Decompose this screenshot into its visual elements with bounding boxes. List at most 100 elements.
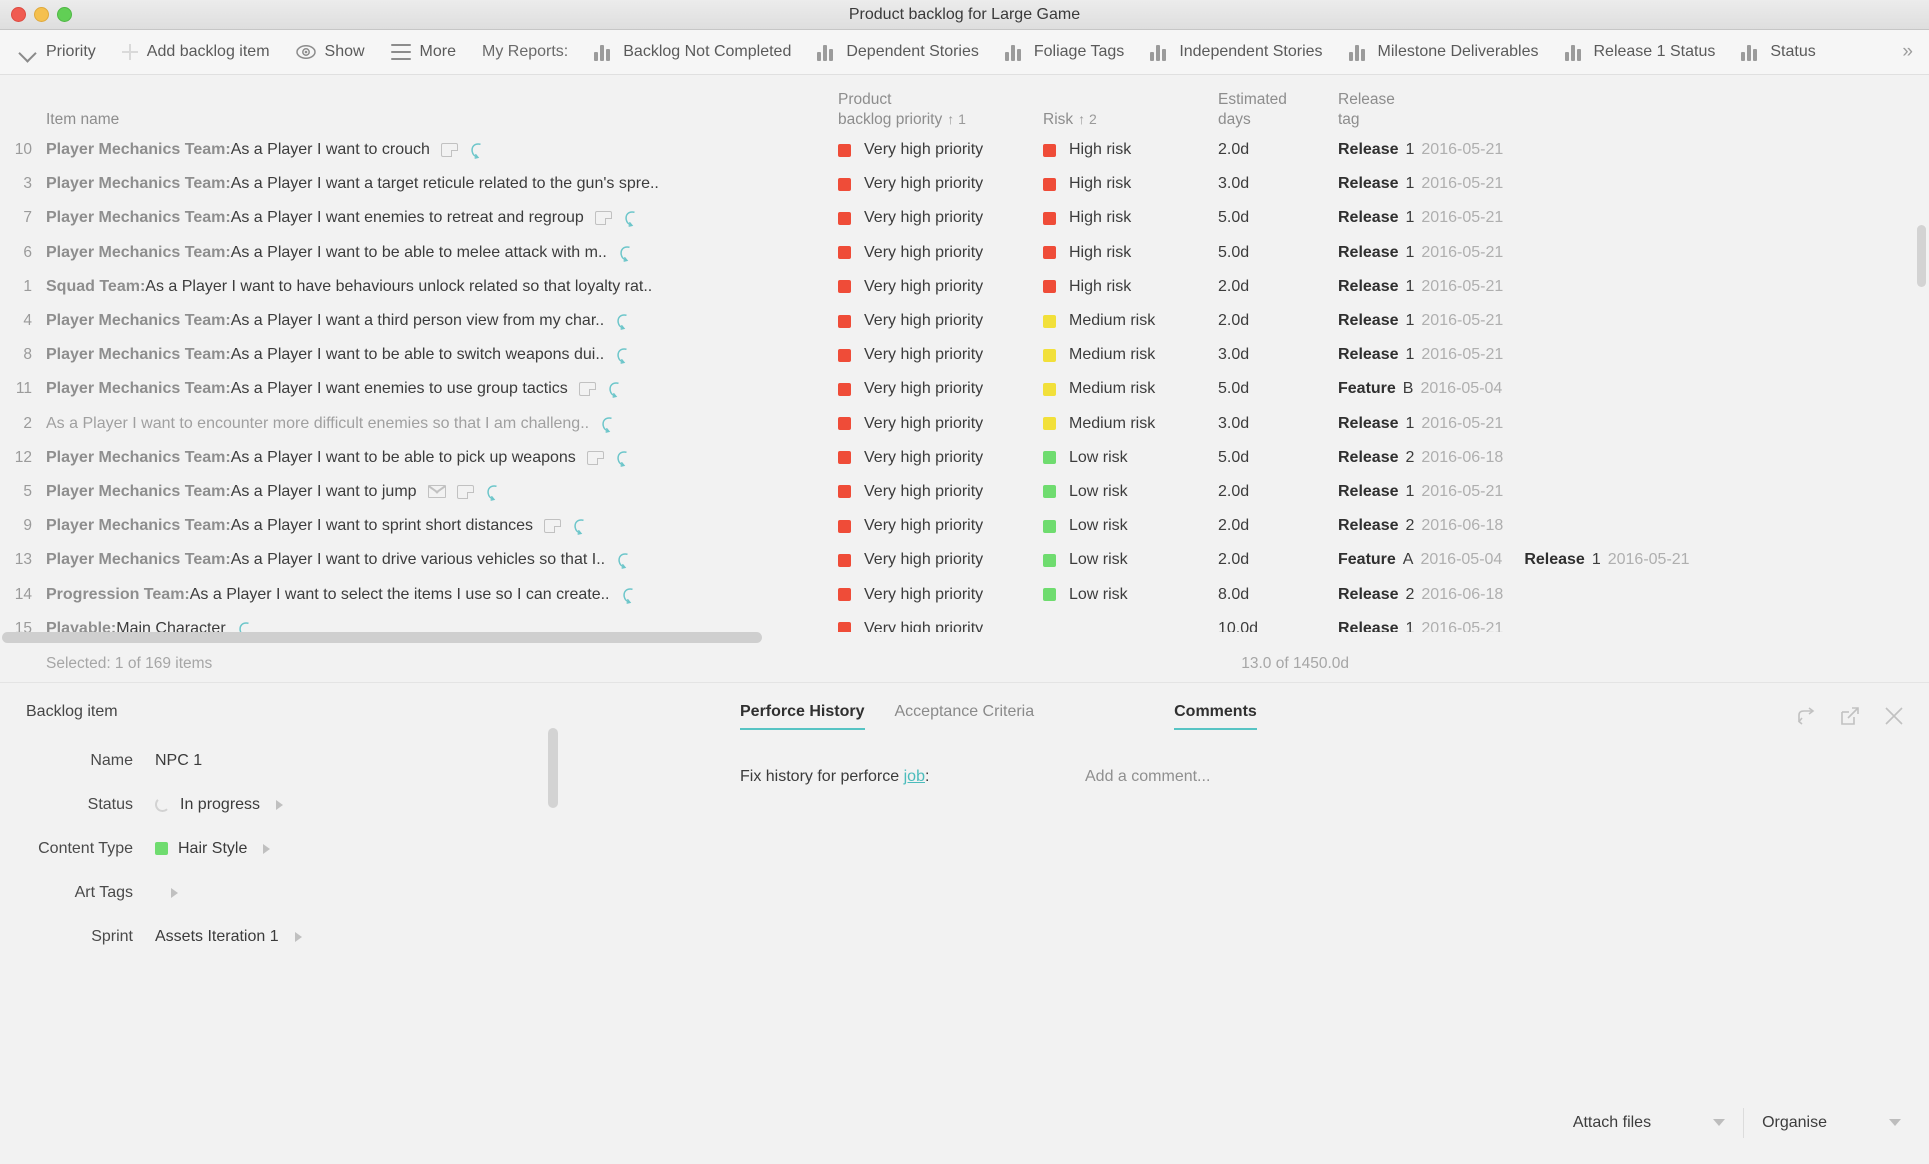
row-priority[interactable]: Very high priority	[838, 278, 1043, 296]
release-tag[interactable]: Feature B 2016-05-04	[1338, 380, 1502, 398]
row-risk[interactable]: Low risk	[1043, 517, 1218, 535]
loop-icon[interactable]	[600, 415, 616, 433]
row-release-tags[interactable]: Release 1 2016-05-21	[1338, 141, 1929, 159]
detail-field[interactable]: Content Type Hair Style	[0, 827, 740, 871]
chevron-right-icon[interactable]	[263, 843, 271, 854]
row-estimated-days[interactable]: 5.0d	[1218, 380, 1338, 398]
row-estimated-days[interactable]: 2.0d	[1218, 312, 1338, 330]
row-risk[interactable]: Low risk	[1043, 483, 1218, 501]
table-row[interactable]: 9 Player Mechanics Team: As a Player I wa…	[0, 509, 1929, 543]
table-row[interactable]: 14 Progression Team: As a Player I want t…	[0, 577, 1929, 611]
toolbar-item-show[interactable]: Show	[283, 30, 378, 74]
toolbar-report-dependent-stories[interactable]: Dependent Stories	[804, 30, 992, 74]
table-row[interactable]: 3 Player Mechanics Team: As a Player I wa…	[0, 167, 1929, 201]
row-release-tags[interactable]: Release 1 2016-05-21	[1338, 312, 1929, 330]
table-horizontal-scrollbar[interactable]	[0, 631, 1929, 646]
table-row[interactable]: 13 Player Mechanics Team: As a Player I w…	[0, 543, 1929, 577]
row-priority[interactable]: Very high priority	[838, 415, 1043, 433]
row-priority[interactable]: Very high priority	[838, 346, 1043, 364]
row-release-tags[interactable]: Release 1 2016-05-21	[1338, 346, 1929, 364]
perforce-job-link[interactable]: job	[904, 768, 925, 785]
row-estimated-days[interactable]: 5.0d	[1218, 209, 1338, 227]
detail-field-value[interactable]	[155, 887, 325, 898]
loop-icon[interactable]	[485, 483, 501, 501]
row-item-name[interactable]: Player Mechanics Team: As a Player I wan…	[38, 244, 838, 262]
release-tag[interactable]: Release 2 2016-06-18	[1338, 517, 1503, 535]
toolbar-item-add-backlog-item[interactable]: Add backlog item	[109, 30, 283, 74]
release-tag[interactable]: Release 1 2016-05-21	[1338, 346, 1503, 364]
row-estimated-days[interactable]: 2.0d	[1218, 141, 1338, 159]
row-risk[interactable]: Medium risk	[1043, 415, 1218, 433]
detail-field[interactable]: Sprint Assets Iteration 1	[0, 915, 740, 959]
toolbar-overflow-button[interactable]: »	[1902, 41, 1923, 63]
reply-icon[interactable]	[1795, 705, 1817, 727]
table-row[interactable]: 1 Squad Team: As a Player I want to have …	[0, 270, 1929, 304]
chevron-right-icon[interactable]	[171, 887, 178, 898]
row-risk[interactable]: Medium risk	[1043, 380, 1218, 398]
release-tag[interactable]: Release 1 2016-05-21	[1338, 415, 1503, 433]
table-row[interactable]: 11 Player Mechanics Team: As a Player I w…	[0, 372, 1929, 406]
release-tag[interactable]: Release 1 2016-05-21	[1338, 312, 1503, 330]
row-estimated-days[interactable]: 5.0d	[1218, 244, 1338, 262]
row-item-name[interactable]: Player Mechanics Team: As a Player I wan…	[38, 483, 838, 501]
loop-icon[interactable]	[618, 244, 634, 262]
row-priority[interactable]: Very high priority	[838, 517, 1043, 535]
add-comment-input[interactable]: Add a comment...	[1085, 768, 1210, 786]
column-header-estimated-days[interactable]: Estimated days	[1218, 90, 1338, 129]
detail-field[interactable]: Name NPC 1	[0, 739, 740, 783]
row-estimated-days[interactable]: 3.0d	[1218, 415, 1338, 433]
table-row[interactable]: 5 Player Mechanics Team: As a Player I wa…	[0, 475, 1929, 509]
toolbar-report-release-1-status[interactable]: Release 1 Status	[1552, 30, 1729, 74]
column-header-item-name[interactable]: Item name	[38, 110, 838, 129]
table-row[interactable]: 12 Player Mechanics Team: As a Player I w…	[0, 441, 1929, 475]
toolbar-report-milestone-deliverables[interactable]: Milestone Deliverables	[1336, 30, 1552, 74]
toolbar-report-foliage-tags[interactable]: Foliage Tags	[992, 30, 1137, 74]
column-header-release-tag[interactable]: Release tag	[1338, 90, 1929, 129]
loop-icon[interactable]	[616, 551, 632, 570]
detail-vertical-scrollbar-thumb[interactable]	[548, 727, 558, 808]
toolbar-report-status[interactable]: Status	[1728, 30, 1828, 74]
row-item-name[interactable]: As a Player I want to encounter more dif…	[38, 415, 838, 433]
row-item-name[interactable]: Player Mechanics Team: As a Player I wan…	[38, 312, 838, 330]
loop-icon[interactable]	[607, 380, 623, 399]
row-item-name[interactable]: Squad Team: As a Player I want to have b…	[38, 278, 838, 296]
note-icon[interactable]	[594, 211, 612, 226]
row-release-tags[interactable]: Release 1 2016-05-21	[1338, 244, 1929, 262]
toolbar-report-independent-stories[interactable]: Independent Stories	[1137, 30, 1335, 74]
loop-icon[interactable]	[615, 346, 631, 365]
detail-field[interactable]: Status In progress	[0, 783, 740, 827]
close-icon[interactable]	[1883, 705, 1905, 727]
release-tag[interactable]: Release 1 2016-05-21	[1524, 551, 1689, 569]
note-icon[interactable]	[456, 484, 474, 499]
row-item-name[interactable]: Player Mechanics Team: As a Player I wan…	[38, 517, 838, 535]
release-tag[interactable]: Release 1 2016-05-21	[1338, 244, 1503, 262]
row-item-name[interactable]: Player Mechanics Team: As a Player I wan…	[38, 449, 838, 467]
row-priority[interactable]: Very high priority	[838, 551, 1043, 569]
detail-field-value[interactable]: NPC 1	[155, 752, 325, 770]
row-risk[interactable]: Low risk	[1043, 449, 1218, 467]
row-item-name[interactable]: Player Mechanics Team: As a Player I wan…	[38, 209, 838, 228]
row-priority[interactable]: Very high priority	[838, 449, 1043, 467]
note-icon[interactable]	[586, 450, 604, 465]
loop-icon[interactable]	[615, 449, 631, 467]
row-risk[interactable]: High risk	[1043, 209, 1218, 227]
column-header-priority[interactable]: Product backlog priority ↑ 1	[838, 90, 1043, 129]
table-row[interactable]: 6 Player Mechanics Team: As a Player I wa…	[0, 236, 1929, 270]
row-risk[interactable]: Low risk	[1043, 551, 1218, 569]
row-estimated-days[interactable]: 2.0d	[1218, 517, 1338, 535]
release-tag[interactable]: Release 1 2016-05-21	[1338, 175, 1503, 193]
row-item-name[interactable]: Player Mechanics Team: As a Player I wan…	[38, 175, 838, 193]
chevron-right-icon[interactable]	[294, 931, 302, 942]
row-release-tags[interactable]: Release 1 2016-05-21	[1338, 415, 1929, 433]
row-priority[interactable]: Very high priority	[838, 586, 1043, 604]
row-risk[interactable]: Medium risk	[1043, 312, 1218, 330]
row-item-name[interactable]: Player Mechanics Team: As a Player I wan…	[38, 141, 838, 159]
release-tag[interactable]: Release 1 2016-05-21	[1338, 141, 1503, 159]
table-row[interactable]: 7 Player Mechanics Team: As a Player I wa…	[0, 201, 1929, 235]
note-icon[interactable]	[578, 382, 596, 397]
open-external-icon[interactable]	[1839, 705, 1861, 727]
row-release-tags[interactable]: Release 1 2016-05-21	[1338, 175, 1929, 193]
table-row[interactable]: 4 Player Mechanics Team: As a Player I wa…	[0, 304, 1929, 338]
release-tag[interactable]: Release 2 2016-06-18	[1338, 586, 1503, 604]
row-release-tags[interactable]: Release 1 2016-05-21	[1338, 209, 1929, 227]
